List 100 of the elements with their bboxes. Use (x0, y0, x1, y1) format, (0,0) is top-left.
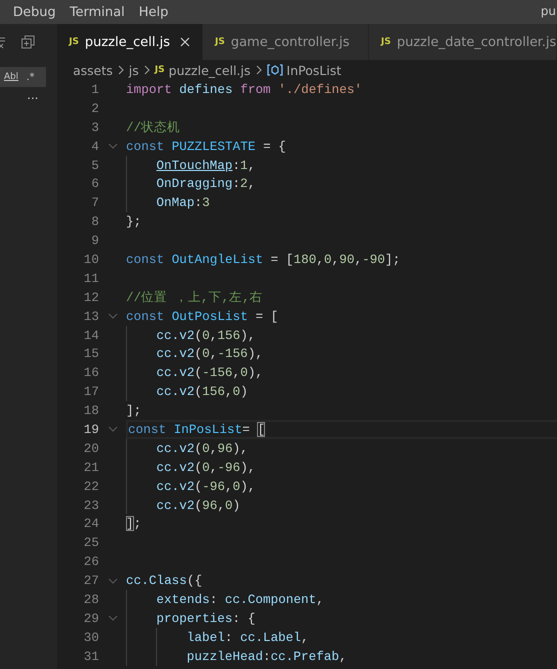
punctuation: ) (240, 384, 248, 400)
punctuation: , (210, 440, 218, 456)
identifier: cc.Label (240, 630, 302, 645)
matched-bracket: ] (126, 516, 134, 532)
number-literal: 0 (240, 365, 248, 380)
line-number: 10 (82, 252, 99, 267)
punctuation: ( (194, 498, 202, 513)
line-number: 14 (82, 328, 99, 343)
more-button[interactable]: ... (27, 89, 38, 101)
identifier: cc.v2 (156, 365, 194, 380)
keyword: const (126, 138, 164, 154)
number-literal: -156 (217, 346, 248, 362)
identifier: InPosList (172, 422, 242, 437)
line-number: 27 (82, 573, 99, 588)
editor-tab[interactable]: JS game_controller.js (202, 24, 369, 60)
line-number: 24 (82, 516, 99, 532)
punctuation: ( (194, 346, 202, 362)
line-number: 8 (90, 214, 99, 230)
keyword: const (126, 252, 164, 267)
menu-item[interactable]: Terminal (64, 4, 133, 20)
window-title: pu (540, 4, 556, 18)
js-file-icon: JS (69, 37, 79, 47)
chevron-down-icon[interactable] (108, 426, 118, 432)
number-literal: 1 (240, 158, 248, 172)
identifier: defines (178, 82, 234, 97)
code-link[interactable]: OnTouchMap (156, 158, 233, 172)
menu-item[interactable]: Debug (7, 4, 64, 20)
identifier: cc.v2 (156, 328, 194, 343)
punctuation: , (354, 252, 362, 267)
number-literal: 0 (202, 346, 210, 362)
chevron-down-icon[interactable] (108, 578, 118, 584)
punctuation: , (332, 252, 340, 267)
punctuation: }; (126, 214, 142, 230)
line-number: 16 (82, 365, 99, 380)
punctuation: ), (248, 365, 264, 380)
editor-tab[interactable]: JS puzzle_date_controller.js (368, 24, 557, 60)
number-literal: -96 (202, 478, 225, 494)
number-literal: 0 (232, 384, 240, 400)
match-word-toggle[interactable]: Abl (4, 72, 18, 82)
punctuation: = [ (254, 308, 278, 324)
punctuation: ; (134, 516, 142, 532)
punctuation: , (248, 158, 256, 172)
identifier: OutAngleList (170, 252, 264, 267)
punctuation: ( (194, 460, 202, 475)
collapse-all-icon[interactable] (0, 35, 7, 49)
breadcrumb-item[interactable]: js (128, 62, 139, 78)
chevron-down-icon[interactable] (108, 313, 118, 320)
line-number: 7 (90, 195, 99, 210)
keyword: const (128, 422, 166, 437)
punctuation: : (224, 630, 234, 645)
line-number: 17 (82, 384, 99, 400)
number-literal: 0 (224, 498, 233, 513)
line-number: 30 (82, 630, 99, 645)
menu-item[interactable]: Help (132, 4, 176, 20)
punctuation: , (301, 630, 309, 645)
punctuation: ( (194, 478, 202, 494)
chevron-down-icon[interactable] (108, 143, 118, 150)
punctuation: = [ (270, 252, 294, 267)
punctuation: , (248, 176, 256, 192)
punctuation: ]; (384, 252, 400, 267)
js-file-icon: JS (380, 37, 391, 47)
number-literal: 156 (202, 384, 225, 400)
identifier: cc.v2 (156, 478, 194, 494)
punctuation: : { (232, 610, 256, 626)
number-literal: 0 (324, 252, 332, 267)
line-number: 11 (82, 270, 99, 286)
chevron-right-icon (144, 65, 150, 75)
editor-tab[interactable]: JS puzzle_cell.js (57, 24, 203, 60)
punctuation: , (224, 384, 233, 400)
punctuation: ({ (186, 573, 202, 588)
line-number: 25 (82, 535, 99, 550)
breadcrumb-item[interactable]: assets (73, 62, 113, 78)
line-number: 21 (82, 460, 99, 475)
punctuation: ]; (126, 403, 142, 418)
identifier: OnMap (156, 195, 194, 210)
close-icon[interactable] (180, 37, 190, 47)
chevron-down-icon[interactable] (108, 615, 118, 622)
punctuation: ) (232, 498, 240, 513)
punctuation: ), (232, 440, 248, 456)
line-number: 26 (82, 554, 99, 570)
regex-toggle[interactable]: .* (26, 72, 35, 82)
breadcrumb-item[interactable]: puzzle_cell.js (168, 62, 251, 78)
number-literal: 3 (202, 195, 210, 210)
line-number: 31 (82, 648, 99, 664)
punctuation: : (194, 195, 202, 210)
number-literal: -90 (362, 252, 385, 267)
punctuation: ( (194, 384, 202, 400)
number-literal: 180 (294, 252, 316, 267)
punctuation: : (262, 648, 271, 664)
identifier: extends (156, 592, 210, 607)
punctuation: : (232, 158, 240, 172)
line-number: 20 (82, 440, 99, 456)
punctuation: ), (240, 328, 256, 343)
punctuation: , (210, 346, 218, 362)
line-number: 6 (90, 176, 99, 192)
code-comment: //状态机 (126, 118, 180, 136)
breadcrumb-item[interactable]: InPosList (286, 62, 342, 78)
number-literal: 0 (202, 328, 210, 343)
copy-icon[interactable] (21, 35, 35, 49)
punctuation: : (232, 176, 240, 192)
